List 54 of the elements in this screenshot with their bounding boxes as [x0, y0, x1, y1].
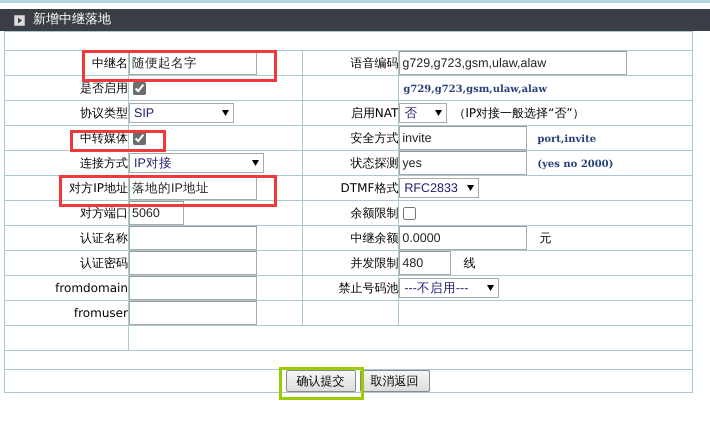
- field-label: 并发限制: [350, 256, 398, 270]
- caret-icon: [435, 110, 442, 116]
- text-field[interactable]: [129, 251, 257, 275]
- hint-text: g729,g723,gsm,ulaw,alaw: [403, 84, 547, 95]
- text-field[interactable]: 0.0000: [399, 226, 528, 250]
- form-button[interactable]: 取消返回: [360, 370, 430, 392]
- caret-icon: [467, 185, 474, 191]
- field-label: 中继名: [92, 56, 128, 70]
- dropdown[interactable]: RFC2833: [399, 178, 480, 198]
- text-field[interactable]: yes: [399, 151, 528, 175]
- field-label: 协议类型: [80, 106, 128, 120]
- dropdown[interactable]: ---不启用---: [399, 278, 500, 298]
- field-label: 认证密码: [80, 256, 128, 270]
- field-label: 禁止号码池: [338, 281, 398, 295]
- text-field[interactable]: g729,g723,gsm,ulaw,alaw: [399, 51, 628, 75]
- checkbox[interactable]: [133, 132, 146, 146]
- text-field[interactable]: [129, 301, 257, 325]
- text-field[interactable]: 随便起名字: [129, 51, 257, 75]
- field-label: 语音编码: [350, 56, 398, 70]
- caret-icon: [252, 160, 259, 166]
- text-field[interactable]: 落地的IP地址: [129, 176, 257, 200]
- caret-icon: [222, 110, 229, 116]
- field-label: 是否启用: [80, 81, 128, 95]
- dropdown[interactable]: SIP: [129, 103, 234, 123]
- form-button[interactable]: 确认提交: [286, 370, 356, 392]
- field-label: 安全方式: [350, 131, 398, 145]
- field-label: 中转媒体: [80, 131, 128, 145]
- text-field[interactable]: [129, 226, 257, 250]
- field-label: 对方端口: [80, 206, 128, 220]
- field-label: DTMF格式: [340, 181, 398, 195]
- field-label: 启用NAT: [350, 106, 398, 120]
- caret-icon: [487, 285, 494, 291]
- field-label: fromuser: [74, 306, 128, 320]
- unit-text: （IP对接一般选择“否”）: [453, 106, 585, 120]
- field-label: 连接方式: [80, 156, 128, 170]
- field-label: 中继余额: [350, 231, 398, 245]
- dropdown[interactable]: 否: [399, 103, 448, 123]
- checkbox[interactable]: [133, 82, 146, 96]
- field-label: 余额限制: [350, 206, 398, 220]
- text-field[interactable]: [129, 276, 257, 300]
- window-title: 新增中继落地: [33, 11, 111, 30]
- text-field[interactable]: invite: [399, 126, 528, 150]
- checkbox[interactable]: [403, 207, 416, 220]
- play-icon: [14, 14, 25, 26]
- unit-text: 线: [463, 256, 476, 270]
- dropdown[interactable]: IP对接: [129, 153, 264, 173]
- field-label: fromdomain: [55, 281, 128, 295]
- field-label: 对方IP地址: [69, 181, 128, 195]
- text-field[interactable]: 480: [399, 251, 452, 275]
- hint-text: port,invite: [537, 134, 596, 145]
- hint-text: (yes no 2000): [537, 159, 614, 170]
- field-label: 状态探测: [350, 156, 398, 170]
- unit-text: 元: [539, 231, 552, 245]
- field-label: 认证名称: [80, 231, 128, 245]
